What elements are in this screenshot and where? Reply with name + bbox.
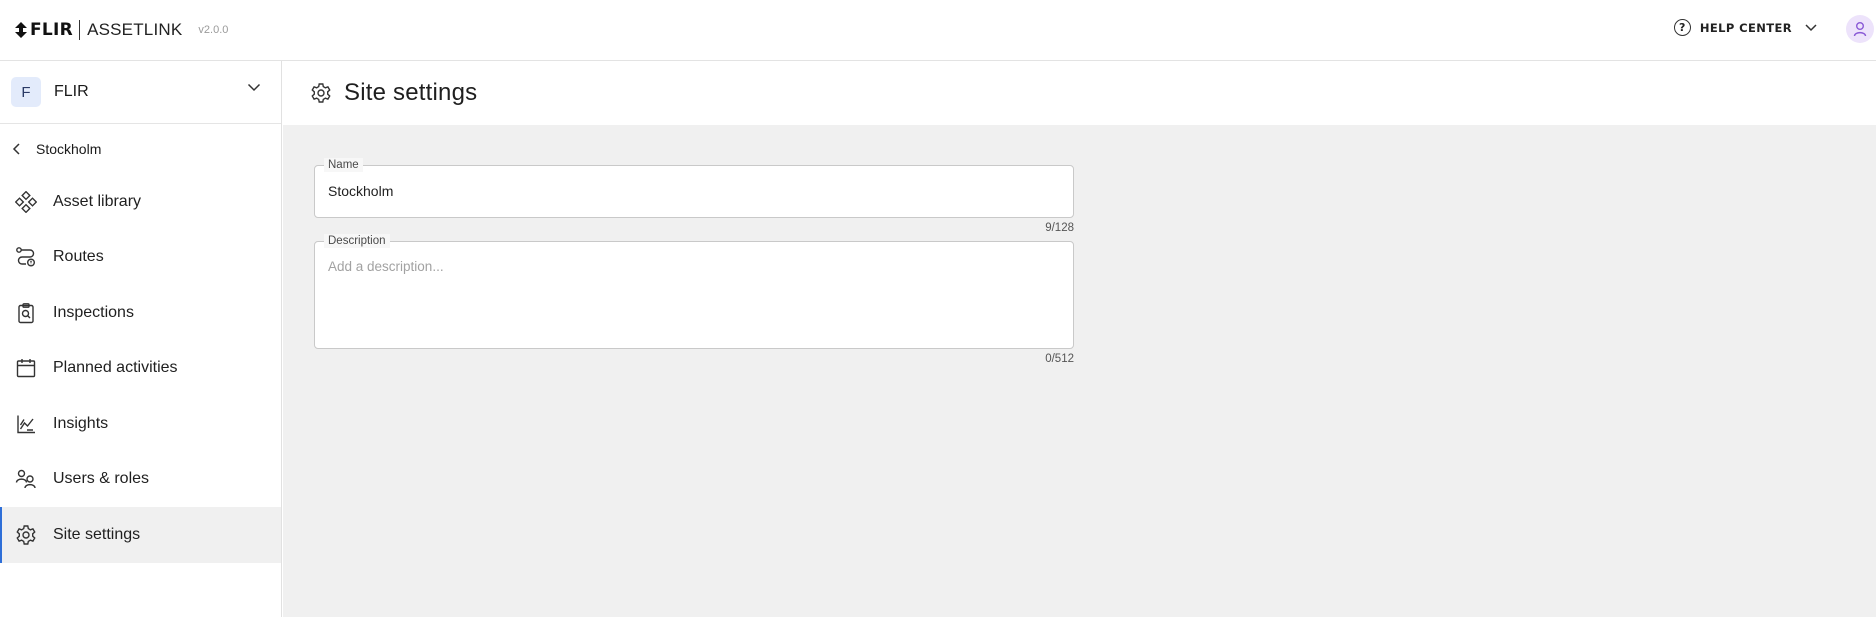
help-center-label: HELP CENTER	[1699, 20, 1792, 35]
product-name: ASSETLINK	[87, 20, 183, 39]
description-field-label: Description	[324, 234, 390, 248]
top-bar: FLIR ASSETLINK v2.0.0 ? HELP CENTER	[0, 0, 1876, 61]
gear-icon	[311, 83, 331, 103]
back-label: Stockholm	[36, 141, 102, 157]
name-char-counter: 9/128	[1045, 222, 1074, 234]
sidebar-item-asset-library[interactable]: Asset library	[0, 174, 281, 230]
sidebar-item-label: Insights	[53, 414, 109, 432]
logo-text: FLIR	[30, 20, 74, 40]
user-icon	[1853, 22, 1867, 37]
sidebar-item-site-settings[interactable]: Site settings	[0, 507, 281, 563]
name-field[interactable]: Name Stockholm	[314, 158, 1074, 218]
sidebar-item-planned-activities[interactable]: Planned activities	[0, 341, 281, 397]
sidebar-item-label: Site settings	[53, 525, 141, 543]
sidebar-item-routes[interactable]: Routes	[0, 230, 281, 286]
version-label: v2.0.0	[198, 24, 229, 36]
sidebar-item-label: Planned activities	[53, 359, 178, 377]
sidebar-item-label: Routes	[53, 248, 104, 266]
brand-divider	[79, 20, 81, 40]
inspections-icon	[14, 301, 38, 325]
page-header: Site settings	[283, 61, 1876, 125]
users-icon	[14, 467, 38, 491]
gear-icon	[14, 523, 38, 547]
org-badge: F	[11, 77, 41, 107]
flir-logo-mark-icon	[15, 22, 27, 38]
description-field[interactable]: Description Add a description...	[314, 234, 1074, 349]
asset-library-icon	[14, 190, 38, 214]
chevron-left-icon	[12, 143, 20, 155]
help-circle-icon: ?	[1673, 19, 1691, 36]
sidebar-item-users-roles[interactable]: Users & roles	[0, 452, 281, 508]
sidebar: F FLIR Stockholm Asset library Routes In…	[0, 61, 282, 617]
routes-icon	[14, 245, 38, 269]
brand[interactable]: FLIR ASSETLINK v2.0.0	[14, 20, 228, 40]
organization-selector[interactable]: F FLIR	[0, 61, 281, 124]
page-title: Site settings	[344, 79, 478, 106]
sidebar-item-label: Asset library	[53, 192, 142, 210]
sidebar-item-label: Inspections	[53, 303, 134, 321]
sidebar-item-inspections[interactable]: Inspections	[0, 285, 281, 341]
name-field-label: Name	[324, 158, 363, 172]
flir-logo: FLIR	[14, 20, 73, 40]
insights-chart-icon	[14, 412, 38, 436]
name-field-value[interactable]: Stockholm	[328, 183, 393, 199]
settings-form-area: Name Stockholm 9/128 Description Add a d…	[283, 125, 1876, 617]
description-char-counter: 0/512	[1045, 353, 1074, 365]
description-placeholder[interactable]: Add a description...	[328, 259, 444, 274]
sidebar-item-label: Users & roles	[53, 470, 150, 488]
user-avatar-button[interactable]	[1846, 15, 1874, 43]
org-name: FLIR	[54, 83, 89, 100]
chevron-down-icon	[1805, 23, 1817, 31]
calendar-icon	[14, 356, 38, 380]
back-to-site-link[interactable]: Stockholm	[0, 124, 281, 174]
sidebar-item-insights[interactable]: Insights	[0, 396, 281, 452]
chevron-down-icon	[247, 83, 261, 92]
help-center-menu[interactable]: ? HELP CENTER	[1673, 19, 1817, 36]
